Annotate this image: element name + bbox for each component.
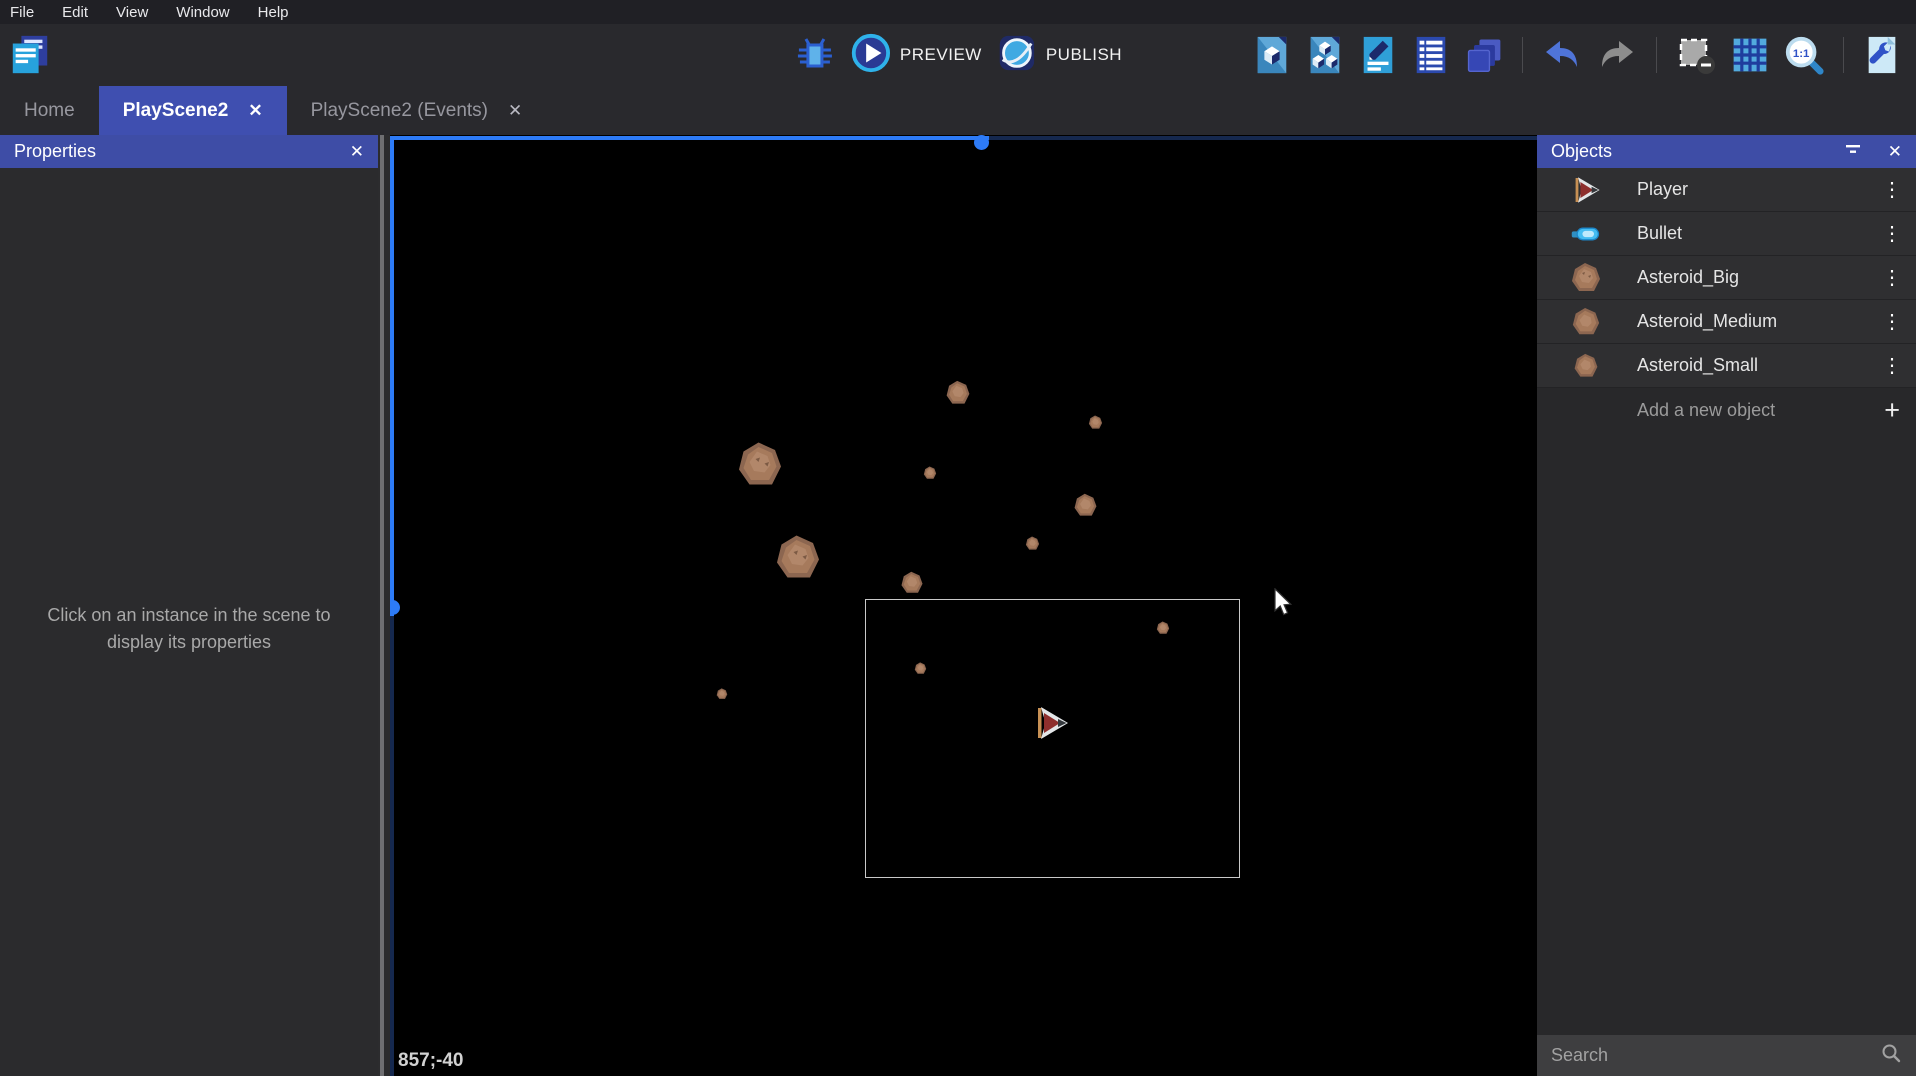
asteroid-instance[interactable] (923, 466, 937, 485)
object-row-bullet[interactable]: Bullet ⋮ (1537, 212, 1916, 256)
publish-label: PUBLISH (1046, 45, 1122, 65)
open-layers-icon[interactable] (1464, 34, 1504, 76)
asteroid-instance[interactable] (914, 662, 927, 680)
properties-panel-header: Properties ✕ (0, 135, 378, 168)
objects-panel-header: Objects ✕ (1537, 135, 1916, 168)
toggle-grid-icon[interactable] (1730, 35, 1770, 75)
mouse-cursor (1271, 588, 1293, 621)
object-name: Asteroid_Medium (1637, 311, 1777, 332)
asteroid-icon (1567, 262, 1605, 294)
object-row-asteroid-medium[interactable]: Asteroid_Medium ⋮ (1537, 300, 1916, 344)
undo-icon[interactable] (1541, 34, 1583, 76)
horizontal-scrollbar-track (390, 136, 989, 140)
asteroid-icon (1567, 353, 1605, 379)
vertical-scrollbar-track (390, 136, 394, 616)
asteroid-instance[interactable] (900, 571, 924, 600)
close-icon[interactable]: ✕ (350, 142, 364, 162)
close-icon[interactable]: ✕ (1888, 142, 1902, 162)
menu-bar: File Edit View Window Help (0, 0, 1916, 24)
asteroid-instance[interactable] (1156, 621, 1170, 640)
zoom-1-1-icon[interactable]: 1:1 (1783, 34, 1825, 76)
tab-playscene2-events-label: PlayScene2 (Events) (311, 100, 488, 122)
open-settings-icon[interactable] (1862, 34, 1902, 76)
gdevelop-window: File Edit View Window Help (0, 0, 1916, 1076)
publish-button[interactable]: PUBLISH (996, 32, 1122, 79)
scene-canvas[interactable]: 857;-40 (390, 135, 1537, 1076)
menu-help[interactable]: Help (258, 4, 289, 21)
kebab-menu-icon[interactable]: ⋮ (1882, 224, 1902, 244)
tab-bar: Home PlayScene2 ✕ PlayScene2 (Events) ✕ (0, 86, 1916, 135)
object-name: Asteroid_Big (1637, 267, 1739, 288)
asteroid-instance[interactable] (1073, 493, 1098, 523)
asteroid-icon (1567, 307, 1605, 337)
objects-panel: Objects ✕ (1537, 135, 1916, 1076)
search-icon[interactable] (1880, 1042, 1902, 1069)
svg-text:1:1: 1:1 (1793, 48, 1810, 60)
bullet-icon (1567, 225, 1605, 243)
asteroid-instance[interactable] (945, 380, 971, 411)
add-object-button[interactable]: Add a new object + (1537, 388, 1916, 432)
toolbar-separator (1656, 37, 1657, 73)
menu-file[interactable]: File (10, 4, 34, 21)
kebab-menu-icon[interactable]: ⋮ (1882, 268, 1902, 288)
properties-panel-title: Properties (14, 141, 96, 162)
horizontal-scrollbar-thumb[interactable] (974, 135, 989, 150)
tab-playscene2[interactable]: PlayScene2 ✕ (99, 86, 287, 135)
object-name: Asteroid_Small (1637, 355, 1758, 376)
open-objects-editor-icon[interactable] (1252, 34, 1292, 76)
menu-window[interactable]: Window (176, 4, 229, 21)
player-ship-icon (1567, 174, 1605, 206)
close-tab-icon[interactable]: ✕ (508, 101, 522, 121)
tab-playscene2-events[interactable]: PlayScene2 (Events) ✕ (287, 86, 547, 135)
toolbar-separator (1843, 37, 1844, 73)
asteroid-instance[interactable] (1025, 536, 1040, 556)
cursor-coordinates-label: 857;-40 (398, 1050, 464, 1072)
object-row-player[interactable]: Player ⋮ (1537, 168, 1916, 212)
object-name: Player (1637, 179, 1688, 200)
preview-play-icon (850, 32, 892, 79)
menu-view[interactable]: View (116, 4, 148, 21)
search-input[interactable] (1551, 1045, 1880, 1066)
redo-icon[interactable] (1596, 34, 1638, 76)
open-properties-icon[interactable] (1358, 34, 1398, 76)
tab-home-label: Home (24, 100, 75, 122)
plus-icon: + (1884, 397, 1900, 424)
close-tab-icon[interactable]: ✕ (248, 101, 262, 121)
object-name: Bullet (1637, 223, 1682, 244)
add-object-label: Add a new object (1637, 400, 1775, 421)
object-row-asteroid-small[interactable]: Asteroid_Small ⋮ (1537, 344, 1916, 388)
asteroid-instance[interactable] (774, 534, 822, 587)
debug-icon[interactable] (794, 34, 836, 76)
objects-panel-spacer (1537, 432, 1916, 1035)
kebab-menu-icon[interactable]: ⋮ (1882, 312, 1902, 332)
project-manager-icon[interactable] (8, 33, 52, 77)
asteroid-instance[interactable] (1088, 415, 1103, 435)
horizontal-scrollbar[interactable] (390, 136, 1537, 140)
preview-button[interactable]: PREVIEW (850, 32, 982, 79)
clear-selection-icon[interactable] (1675, 34, 1717, 76)
main-toolbar: PREVIEW PUBLISH (0, 24, 1916, 86)
asteroid-instance[interactable] (736, 441, 784, 494)
filter-icon[interactable] (1844, 142, 1862, 161)
menu-edit[interactable]: Edit (62, 4, 88, 21)
open-object-groups-icon[interactable] (1305, 34, 1345, 76)
properties-empty-message: Click on an instance in the scene to dis… (24, 602, 354, 656)
tab-playscene2-label: PlayScene2 (123, 100, 229, 122)
kebab-menu-icon[interactable]: ⋮ (1882, 180, 1902, 200)
object-row-asteroid-big[interactable]: Asteroid_Big ⋮ (1537, 256, 1916, 300)
toolbar-separator (1522, 37, 1523, 73)
asteroid-instance[interactable] (716, 687, 728, 705)
panel-splitter[interactable] (378, 135, 390, 1076)
open-instances-list-icon[interactable] (1411, 34, 1451, 76)
kebab-menu-icon[interactable]: ⋮ (1882, 356, 1902, 376)
vertical-scrollbar-thumb[interactable] (390, 600, 400, 615)
properties-panel: Properties ✕ Click on an instance in the… (0, 135, 378, 1076)
publish-icon (996, 32, 1038, 79)
preview-label: PREVIEW (900, 45, 982, 65)
objects-panel-title: Objects (1551, 141, 1612, 162)
player-ship-instance[interactable] (1031, 703, 1071, 748)
tab-home[interactable]: Home (0, 86, 99, 135)
objects-search-box (1537, 1035, 1916, 1076)
